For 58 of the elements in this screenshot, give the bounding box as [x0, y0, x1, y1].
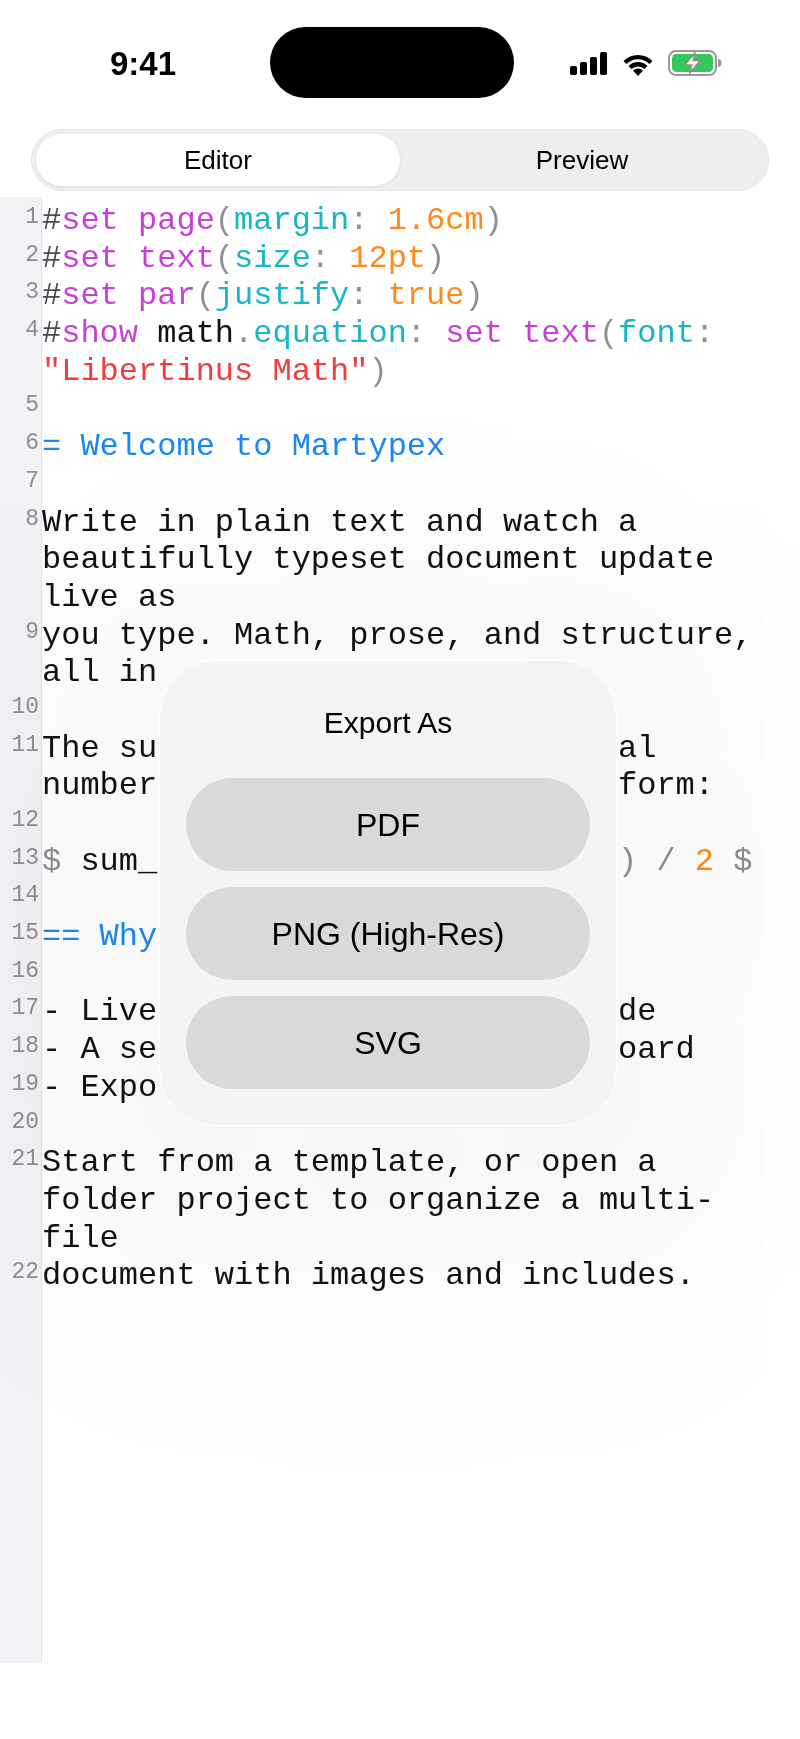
line-number: 3 [25, 278, 39, 308]
line-number: 22 [11, 1258, 39, 1288]
code-line: ) / 2 $ [618, 842, 753, 881]
battery-icon [668, 50, 722, 76]
code-line: #show math.equation: set text(font: [42, 315, 715, 353]
line-number: 2 [25, 240, 39, 270]
line-number: 14 [11, 881, 39, 911]
export-option-button[interactable]: PDF [186, 778, 590, 871]
line-number: 4 [25, 316, 39, 346]
line-number: 20 [11, 1107, 39, 1137]
code-line: you type. Math, prose, and structure, [42, 616, 753, 655]
code-line: oard [618, 1031, 695, 1069]
line-number: 18 [11, 1032, 39, 1062]
code-line: "Libertinus Math") [42, 352, 388, 391]
line-number: 17 [11, 994, 39, 1024]
line-number: 5 [25, 391, 39, 421]
signal-icon [570, 51, 608, 75]
code-line: al [618, 729, 657, 768]
code-line: Start from a template, or open a [42, 1144, 657, 1182]
line-number: 15 [11, 919, 39, 949]
code-line: = Welcome to Martypex [42, 428, 446, 466]
line-number: 12 [11, 806, 39, 835]
dialog-title: Export As [323, 705, 453, 741]
segment-tab[interactable]: Preview [400, 134, 764, 186]
code-line: live as [42, 578, 177, 617]
code-line: all in [42, 654, 158, 692]
code-line: - A se [42, 1031, 158, 1069]
line-number: 1 [25, 203, 39, 232]
code-line: file [42, 1219, 119, 1258]
status-time: 9:41 [109, 44, 177, 84]
export-option-button[interactable]: SVG [186, 996, 590, 1089]
code-line: - Live [42, 993, 158, 1032]
export-option-button[interactable]: PNG (High-Res) [186, 887, 590, 980]
code-line: #set page(margin: 1.6cm) [42, 202, 503, 240]
line-number: 10 [11, 692, 39, 722]
line-number: 11 [11, 730, 39, 760]
code-line: document with images and includes. [42, 1257, 695, 1295]
code-line: == Why [42, 918, 158, 956]
line-number: 9 [25, 617, 39, 647]
line-number: 21 [11, 1145, 39, 1175]
code-line: de [618, 993, 657, 1032]
code-line: #set text(size: 12pt) [42, 239, 446, 278]
code-line: #set par(justify: true) [42, 277, 484, 316]
code-line: $ sum_ [42, 842, 158, 881]
line-number: 7 [25, 466, 39, 496]
segment-tab[interactable]: Editor [36, 134, 400, 186]
code-line: - Expo [42, 1068, 158, 1107]
line-number: 13 [11, 843, 39, 873]
code-line: Write in plain text and watch a [42, 503, 638, 542]
line-number: 8 [25, 504, 39, 534]
line-number: 19 [11, 1069, 39, 1099]
line-number: 16 [11, 956, 39, 986]
code-line: number [42, 767, 158, 805]
code-line: beautifully typeset document update [42, 541, 715, 579]
line-number: 6 [25, 429, 39, 459]
code-line: folder project to organize a multi- [42, 1181, 715, 1220]
code-line: The su [42, 729, 158, 768]
code-line: form: [618, 767, 714, 805]
